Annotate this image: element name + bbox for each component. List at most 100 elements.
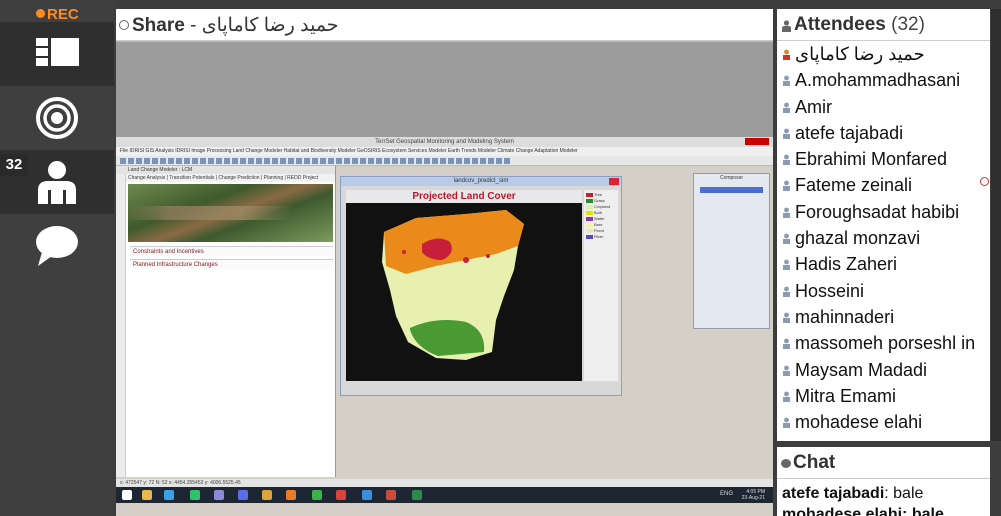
attendee-row[interactable]: Amir	[777, 94, 990, 120]
panel-side-strip	[116, 174, 126, 477]
presenter-name: حمید رضا کاماپای	[201, 15, 339, 36]
explorer-icon	[142, 490, 152, 500]
target-icon	[36, 97, 78, 139]
status-mark-icon	[980, 177, 989, 186]
attendee-row[interactable]: Mitra Emami	[777, 383, 990, 409]
shared-screen: TerrSet Geospatial Monitoring and Modeli…	[116, 42, 773, 516]
lcm-panel-tabs: Change Analysis | Transition Potentials …	[116, 174, 335, 182]
layout-button[interactable]	[0, 22, 114, 86]
app-icon	[238, 490, 248, 500]
app-icon	[362, 490, 372, 500]
lcm-panel-header: Land Change Modeler : LCM	[116, 166, 335, 174]
attendees-pod: Attendees (32) حمید رضا کاماپای A.mohamm…	[777, 9, 990, 441]
chrome-icon	[312, 490, 322, 500]
attendees-scrollbar[interactable]	[991, 9, 1001, 441]
chat-message: atefe tajabadi: bale	[782, 485, 924, 502]
panel-item-constraints: Constraints and Incentives	[130, 246, 333, 256]
legend-item: River	[586, 234, 603, 239]
chat-button[interactable]	[0, 216, 114, 278]
share-title: Share - حمید رضا کاماپای	[132, 15, 339, 36]
whatsapp-icon	[190, 490, 200, 500]
participant-icon	[783, 154, 790, 166]
attendee-row[interactable]: atefe tajabadi	[777, 120, 990, 146]
attendee-row[interactable]: Hadis Zaheri	[777, 251, 990, 277]
participant-icon	[783, 75, 790, 87]
attendee-row[interactable]: Ebrahimi Monfared	[777, 146, 990, 172]
map-window: landcov_predict_sim Projected Land Cover	[340, 176, 622, 396]
chat-header: Chat	[777, 447, 990, 479]
recording-label: REC	[47, 6, 79, 23]
participant-icon	[783, 391, 790, 402]
pod-menu-icon[interactable]	[119, 20, 129, 30]
participant-icon	[783, 365, 790, 376]
gis-menubar: File IDRISI GIS Analysis IDRISI Image Pr…	[116, 147, 773, 156]
legend-item: Built	[586, 210, 602, 215]
map-plot: Projected Land Cover	[346, 190, 582, 381]
participant-icon	[783, 259, 790, 271]
attendee-row[interactable]: Foroughsadat habibi	[777, 199, 990, 225]
attendee-row[interactable]: Maysam Madadi	[777, 357, 990, 383]
start-icon	[122, 490, 132, 500]
chat-title: Chat	[793, 452, 836, 473]
taskbar-clock: 4:05 PM 23-Aug-21	[741, 489, 765, 501]
composer-title: Composer	[719, 175, 744, 181]
legend-item: Bare	[586, 222, 602, 227]
share-header: Share - حمید رضا کاماپای	[116, 9, 773, 41]
participant-icon	[783, 417, 790, 429]
language-indicator: ENG	[719, 491, 733, 497]
participant-icon	[783, 181, 790, 192]
windows-taskbar: ENG 4:05 PM 23-Aug-21	[116, 487, 773, 503]
window-close-icon	[745, 138, 769, 145]
participant-icon	[783, 312, 790, 323]
attendee-row[interactable]: massomeh porseshl in	[777, 330, 990, 356]
gis-titlebar: TerrSet Geospatial Monitoring and Modeli…	[116, 137, 773, 147]
legend-item: Tree	[586, 192, 602, 197]
participant-icon	[783, 128, 790, 139]
gis-application: TerrSet Geospatial Monitoring and Modeli…	[116, 137, 773, 516]
attendee-row[interactable]: ghazal monzavi	[777, 225, 990, 251]
attendee-row[interactable]: حمید رضا کاماپای	[777, 41, 990, 67]
participant-icon	[783, 233, 790, 245]
participant-icon	[783, 207, 790, 218]
recording-indicator: REC	[36, 6, 79, 23]
land-cover-map	[382, 210, 524, 360]
legend-item: Water	[586, 216, 605, 221]
chat-icon	[781, 459, 791, 468]
attendees-title: Attendees (32)	[794, 14, 925, 35]
map-legend: Tree Grass Cropland Built Water Bare Flo…	[584, 190, 618, 381]
composer-panel: Composer	[693, 173, 770, 329]
toolbar-icons	[116, 156, 773, 166]
attendee-row[interactable]: Hosseini	[777, 278, 990, 304]
participant-icon	[783, 286, 790, 297]
composer-layer-row	[700, 187, 763, 193]
app-icon	[164, 490, 174, 500]
broadcast-button[interactable]	[0, 88, 114, 148]
firefox-icon	[286, 490, 296, 500]
map-close-icon	[609, 178, 619, 185]
legend-item: Cropland	[586, 204, 610, 209]
attendee-row[interactable]: A.mohammadhasani	[777, 67, 990, 93]
attendee-list: حمید رضا کاماپای A.mohammadhasani Amir a…	[777, 41, 990, 435]
attendee-row[interactable]: Fateme zeinali	[777, 172, 990, 198]
app-window: REC 32 Share - حمید رضا کاماپای TerrSet …	[0, 0, 1001, 516]
attendee-row[interactable]: mahinnaderi	[777, 304, 990, 330]
river-overlay	[128, 206, 333, 220]
chat-message-partial: mohadese elahi: bale	[782, 506, 944, 516]
legend-item: Grass	[586, 198, 605, 203]
app-icon	[336, 490, 346, 500]
lcm-panel: Land Change Modeler : LCM Change Analysi…	[116, 166, 336, 477]
legend-item: Flood	[586, 228, 604, 233]
attendee-count-badge: 32	[0, 154, 28, 176]
participant-icon	[783, 102, 790, 113]
app-icon	[262, 490, 272, 500]
gis-statusbar: x: 472547 y: 72 N: 52 x: 4454.355453 y: …	[116, 479, 773, 487]
share-pod: Share - حمید رضا کاماپای TerrSet Geospat…	[116, 9, 773, 516]
app-icon	[386, 490, 396, 500]
attendees-header: Attendees (32)	[777, 9, 990, 41]
record-dot-icon	[36, 9, 45, 18]
attendees-icon	[782, 20, 791, 32]
panel-item-infrastructure: Planned Infrastructure Changes	[130, 259, 333, 269]
gis-toolbar	[116, 156, 773, 166]
overflow-tail: in	[961, 333, 976, 354]
attendee-row[interactable]: mohadese elahi	[777, 409, 990, 435]
